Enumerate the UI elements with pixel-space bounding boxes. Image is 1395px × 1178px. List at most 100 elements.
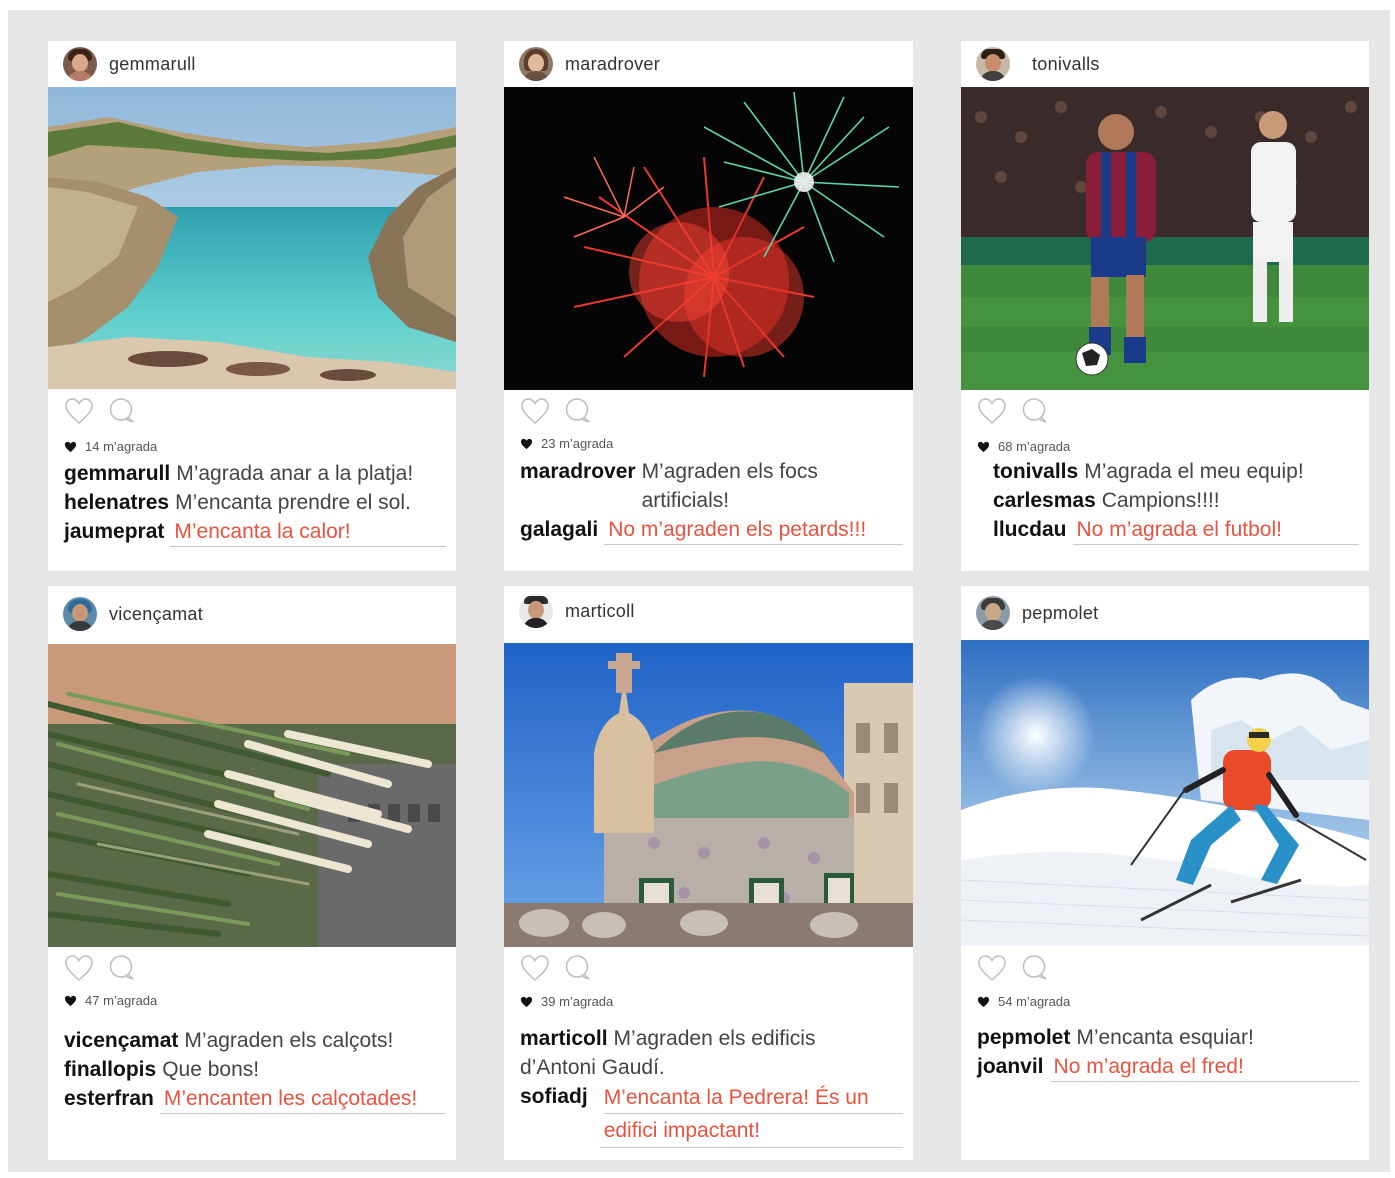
post-card: gemmarull 14 m’agrada gemmarull M’agrada…	[48, 41, 456, 571]
comment-text: M’agraden els calçots!	[184, 1029, 394, 1052]
comment-text: M’agrada anar a la platja!	[176, 462, 414, 485]
likes-count: 68 m’agrada	[998, 439, 1071, 454]
likes-count: 14 m’agrada	[85, 439, 158, 454]
reply-row: esterfran M’encanten les calçotades!	[64, 1084, 446, 1114]
reply-row: sofiadj M’encanta la Pedrera! És un edif…	[520, 1082, 903, 1148]
comment-text: M’agraden els edificis	[613, 1027, 816, 1050]
comment-text: M’encanta esquiar!	[1076, 1026, 1254, 1049]
heart-filled-icon	[520, 996, 533, 1007]
reply-row: llucdau No m’agrada el futbol!	[993, 515, 1359, 545]
comment: finallopis Que bons!	[64, 1055, 446, 1084]
reply-text: edifici impactant!	[603, 1119, 761, 1142]
avatar[interactable]	[519, 47, 553, 81]
reply-user[interactable]: jaumeprat	[64, 517, 164, 546]
post-author[interactable]: maradrover	[565, 54, 660, 75]
page-frame: gemmarull 14 m’agrada gemmarull M’agrada…	[8, 10, 1390, 1172]
reply-user[interactable]: joanvil	[977, 1052, 1044, 1081]
likes-count: 54 m’agrada	[998, 994, 1071, 1009]
comment: vicençamat M’agraden els calçots!	[64, 1026, 446, 1055]
likes-count: 39 m’agrada	[541, 994, 614, 1009]
comment-input[interactable]: No m’agrada el fred!	[1049, 1052, 1359, 1082]
comment-text: d’Antoni Gaudí.	[520, 1056, 665, 1079]
comment: helenatres M’encanta prendre el sol.	[64, 488, 446, 517]
post-photo[interactable]	[48, 87, 456, 389]
comment-user[interactable]: maradrover	[520, 457, 636, 486]
reply-row: joanvil No m’agrada el fred!	[977, 1052, 1359, 1082]
likes-count: 23 m’agrada	[541, 436, 614, 451]
post-card: tonivalls 68 m’agrada tonivalls M’agrada…	[961, 41, 1369, 571]
heart-filled-icon	[520, 438, 533, 449]
reply-user[interactable]: sofiadj	[520, 1082, 588, 1111]
comment-user[interactable]: helenatres	[64, 488, 169, 517]
post-header: pepmolet	[961, 586, 1369, 640]
post-header: vicençamat	[48, 586, 456, 642]
comment-text: M’encanta prendre el sol.	[175, 491, 411, 514]
post-photo[interactable]	[48, 644, 456, 947]
speech-bubble-icon[interactable]	[564, 397, 592, 425]
reply-user[interactable]: llucdau	[993, 515, 1067, 544]
reply-text: M’encanta la calor!	[174, 520, 351, 543]
comment-user[interactable]: tonivalls	[993, 457, 1078, 486]
comment-input[interactable]: M’encanta la calor!	[170, 517, 446, 547]
post-photo[interactable]	[504, 643, 913, 947]
post-author[interactable]: marticoll	[565, 601, 635, 622]
heart-outline-icon[interactable]	[520, 397, 550, 425]
speech-bubble-icon[interactable]	[1021, 397, 1049, 425]
post-card: marticoll 39 m’agrada marticoll M’agrade…	[504, 586, 913, 1160]
heart-outline-icon[interactable]	[64, 397, 94, 425]
heart-filled-icon	[977, 441, 990, 452]
post-author[interactable]: pepmolet	[1022, 603, 1098, 624]
heart-filled-icon	[64, 441, 77, 452]
speech-bubble-icon[interactable]	[108, 397, 136, 425]
heart-filled-icon	[977, 996, 990, 1007]
heart-outline-icon[interactable]	[977, 954, 1007, 982]
comment-user[interactable]: gemmarull	[64, 459, 170, 488]
post-author[interactable]: gemmarull	[109, 54, 196, 75]
comment-input[interactable]: No m’agrada el futbol!	[1072, 515, 1359, 545]
post-photo[interactable]	[504, 87, 913, 390]
avatar[interactable]	[976, 596, 1010, 630]
reply-user[interactable]: galagali	[520, 515, 598, 544]
comment: tonivalls M’agrada el meu equip!	[993, 457, 1359, 486]
reply-text: No m’agraden els petards!!!	[608, 518, 867, 541]
comment-user[interactable]: pepmolet	[977, 1023, 1070, 1052]
post-header: maradrover	[504, 41, 913, 87]
comment-user[interactable]: vicençamat	[64, 1026, 178, 1055]
comment-continued: d’Antoni Gaudí.	[520, 1053, 903, 1082]
comment-user[interactable]: marticoll	[520, 1024, 608, 1053]
post-author[interactable]: vicençamat	[109, 604, 203, 625]
comment-input[interactable]: M’encanten les calçotades!	[159, 1084, 446, 1114]
comment-input[interactable]: No m’agraden els petards!!!	[604, 515, 903, 545]
post-card: maradrover 23 m’agrada maradrover M’agra…	[504, 41, 913, 571]
comment-user[interactable]: finallopis	[64, 1055, 156, 1084]
reply-text: M’encanten les calçotades!	[163, 1087, 418, 1110]
speech-bubble-icon[interactable]	[108, 954, 136, 982]
avatar[interactable]	[63, 47, 97, 81]
post-photo[interactable]	[961, 640, 1369, 946]
comment-input[interactable]: M’encanta la Pedrera! És un edifici impa…	[599, 1082, 903, 1148]
comment-user[interactable]: carlesmas	[993, 486, 1096, 515]
reply-text: No m’agrada el futbol!	[1076, 518, 1282, 541]
post-card: vicençamat 47 m’agrada vicençamat M’agra…	[48, 586, 456, 1160]
avatar[interactable]	[519, 594, 553, 628]
post-photo[interactable]	[961, 87, 1369, 390]
speech-bubble-icon[interactable]	[1021, 954, 1049, 982]
reply-text: M’encanta la Pedrera! És un	[603, 1082, 903, 1114]
likes-count: 47 m’agrada	[85, 993, 158, 1008]
heart-outline-icon[interactable]	[520, 954, 550, 982]
comment-text: M’agrada el meu equip!	[1084, 460, 1304, 483]
heart-outline-icon[interactable]	[64, 954, 94, 982]
post-header: marticoll	[504, 586, 913, 636]
heart-outline-icon[interactable]	[977, 397, 1007, 425]
comment: maradrover M’agraden els focs artificial…	[520, 457, 903, 515]
heart-filled-icon	[64, 995, 77, 1006]
reply-text: No m’agrada el fred!	[1053, 1055, 1244, 1078]
avatar[interactable]	[63, 597, 97, 631]
reply-row: galagali No m’agraden els petards!!!	[520, 515, 903, 545]
avatar[interactable]	[976, 47, 1010, 81]
post-author[interactable]: tonivalls	[1032, 54, 1100, 75]
speech-bubble-icon[interactable]	[564, 954, 592, 982]
comment: gemmarull M’agrada anar a la platja!	[64, 459, 446, 488]
comment: pepmolet M’encanta esquiar!	[977, 1023, 1359, 1052]
reply-user[interactable]: esterfran	[64, 1084, 154, 1113]
